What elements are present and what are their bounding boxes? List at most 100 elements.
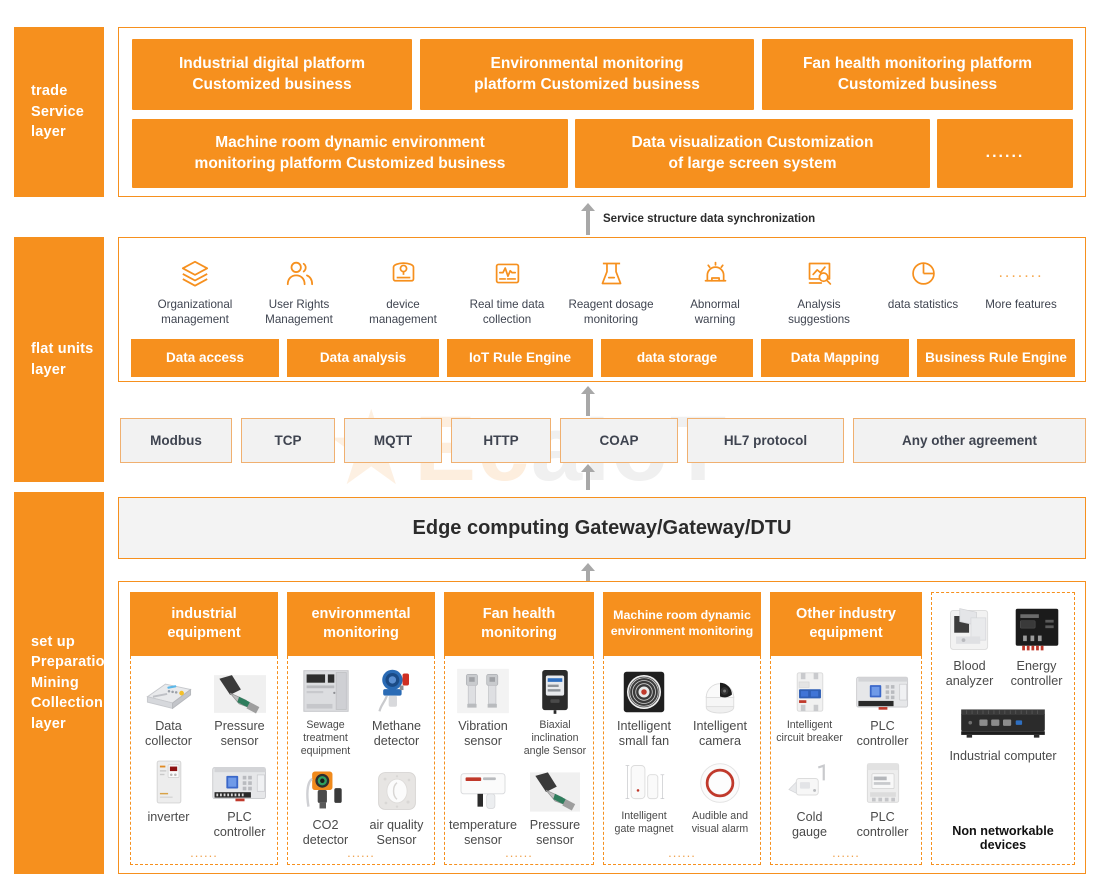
- service-card-more[interactable]: ......: [937, 119, 1073, 188]
- protocol-http[interactable]: HTTP: [451, 418, 551, 463]
- service-layer-container: Industrial digital platform Customized b…: [118, 27, 1086, 197]
- protocol-coap[interactable]: COAP: [560, 418, 678, 463]
- device-item-temperature-sensor[interactable]: temperature sensor: [447, 762, 519, 853]
- device-item-intelligent-circuit-breaker[interactable]: Intelligent circuit breaker: [773, 663, 846, 754]
- capability-data-access[interactable]: Data access: [131, 339, 279, 377]
- device-item-label: Intelligent circuit breaker: [776, 719, 843, 744]
- feature-analysis-suggestions[interactable]: Analysis suggestions: [767, 256, 871, 328]
- capability-data-analysis[interactable]: Data analysis: [287, 339, 439, 377]
- feature-label: Abnormal warning: [690, 298, 740, 327]
- layer-label-flat-text: flat units layer: [31, 340, 94, 378]
- device-column-environmental-monitoring: environmental monitoring Sewage treatmen…: [287, 592, 435, 865]
- pie-chart-icon: [871, 256, 975, 290]
- capability-iot-rule-engine[interactable]: IoT Rule Engine: [447, 339, 593, 377]
- device-item-label: PLC controller: [213, 809, 266, 840]
- device-column-title: Fan health monitoring: [444, 592, 594, 656]
- device-item-pressure-sensor[interactable]: Pressure sensor: [204, 663, 275, 754]
- feature-label: Real time data collection: [469, 298, 545, 327]
- device-column-industrial-equipment: industrial equipment Data collector Pres…: [130, 592, 278, 865]
- device-item-label: Audible and visual alarm: [691, 809, 749, 835]
- pressure-sensor-photo: [521, 762, 589, 814]
- sewage-treatment-photo: [292, 663, 359, 715]
- industrial-computer-photo: [936, 700, 1070, 744]
- device-item-intelligent-gate-magnet[interactable]: Intelligent gate magnet: [606, 754, 682, 840]
- protocol-any-other[interactable]: Any other agreement: [853, 418, 1086, 463]
- device-item-label: Pressure sensor: [529, 817, 581, 848]
- sync-arrow-shaft: [586, 210, 590, 235]
- device-item-vibration-sensor[interactable]: Vibration sensor: [447, 663, 519, 762]
- flat-units-container: Organizational management User Rights Ma…: [118, 237, 1086, 382]
- service-card-machine-room-dynamic-environment[interactable]: Machine room dynamic environment monitor…: [132, 119, 568, 188]
- audible-visual-alarm-photo: [684, 754, 756, 806]
- feature-organizational-management[interactable]: Organizational management: [143, 256, 247, 328]
- layer-label-flat: flat units layer: [14, 237, 104, 482]
- edge-gateway-bar[interactable]: Edge computing Gateway/Gateway/DTU: [118, 497, 1086, 559]
- device-item-blood-analyzer[interactable]: Blood analyzer: [936, 599, 1003, 690]
- service-card-environmental-monitoring-platform[interactable]: Environmental monitoring platform Custom…: [420, 39, 754, 110]
- device-item-plc-controller[interactable]: PLC controller: [204, 754, 275, 845]
- feature-more-features[interactable]: ....... More features: [969, 256, 1073, 312]
- protocol-modbus[interactable]: Modbus: [120, 418, 232, 463]
- capability-data-storage[interactable]: data storage: [601, 339, 753, 377]
- device-column-fan-health-monitoring: Fan health monitoring Vibration sensor B…: [444, 592, 594, 865]
- device-item-plc-controller-2[interactable]: PLC controller: [846, 754, 919, 845]
- device-item-inverter[interactable]: inverter: [133, 754, 204, 845]
- device-item-label: Biaxial inclination angle Sensor: [523, 719, 587, 757]
- device-column-title: Machine room dynamic environment monitor…: [603, 592, 761, 656]
- feature-reagent-dosage-monitoring[interactable]: Reagent dosage monitoring: [559, 256, 663, 328]
- inverter-photo: [135, 754, 202, 806]
- air-quality-sensor-photo: [363, 762, 430, 814]
- feature-abnormal-warning[interactable]: Abnormal warning: [663, 256, 767, 328]
- gateway-up-arrow-icon: [581, 464, 595, 490]
- methane-detector-photo: [363, 663, 430, 715]
- device-item-pressure-sensor[interactable]: Pressure sensor: [519, 762, 591, 853]
- layer-label-trade: trade Service layer: [14, 27, 104, 197]
- cold-gauge-photo: [775, 754, 844, 806]
- device-item-label: Intelligent camera: [693, 719, 747, 749]
- device-item-methane-detector[interactable]: Methane detector: [361, 663, 432, 762]
- device-item-biaxial-inclination-sensor[interactable]: Biaxial inclination angle Sensor: [519, 663, 591, 762]
- device-item-cold-gauge[interactable]: Cold gauge: [773, 754, 846, 845]
- device-item-label: Methane detector: [371, 719, 421, 749]
- device-item-label: Cold gauge: [791, 809, 828, 840]
- vibration-sensor-photo: [449, 663, 517, 715]
- device-item-intelligent-small-fan[interactable]: Intelligent small fan: [606, 663, 682, 754]
- layer-label-setup: set up Preparation Mining Collection lay…: [14, 492, 114, 874]
- gate-magnet-photo: [608, 754, 680, 806]
- protocol-mqtt[interactable]: MQTT: [344, 418, 442, 463]
- service-card-fan-health-monitoring-platform[interactable]: Fan health monitoring platform Customize…: [762, 39, 1073, 110]
- capability-data-mapping[interactable]: Data Mapping: [761, 339, 909, 377]
- protocol-hl7[interactable]: HL7 protocol: [687, 418, 844, 463]
- device-item-label: Blood analyzer: [945, 659, 994, 689]
- service-card-industrial-digital-platform[interactable]: Industrial digital platform Customized b…: [132, 39, 412, 110]
- capability-business-rule-engine[interactable]: Business Rule Engine: [917, 339, 1075, 377]
- device-item-plc-controller[interactable]: PLC controller: [846, 663, 919, 754]
- device-item-air-quality-sensor[interactable]: air quality Sensor: [361, 762, 432, 853]
- small-fan-photo: [608, 663, 680, 715]
- service-card-data-visualization[interactable]: Data visualization Customization of larg…: [575, 119, 930, 188]
- device-item-label: CO2 detector: [302, 817, 349, 848]
- device-item-industrial-computer[interactable]: Industrial computer: [936, 700, 1070, 763]
- feature-label: Reagent dosage monitoring: [568, 298, 654, 327]
- device-item-intelligent-camera[interactable]: Intelligent camera: [682, 663, 758, 754]
- device-column-body: Intelligent circuit breaker PLC controll…: [770, 656, 922, 865]
- device-item-co2-detector[interactable]: CO2 detector: [290, 762, 361, 853]
- feature-device-management[interactable]: device management: [351, 256, 455, 328]
- device-item-energy-controller[interactable]: Energy controller: [1003, 599, 1070, 690]
- device-column-machine-room-dynamic-environment: Machine room dynamic environment monitor…: [603, 592, 761, 865]
- device-column-body: Vibration sensor Biaxial inclination ang…: [444, 656, 594, 865]
- device-item-audible-visual-alarm[interactable]: Audible and visual alarm: [682, 754, 758, 840]
- device-item-label: Vibration sensor: [458, 719, 508, 749]
- device-item-data-collector[interactable]: Data collector: [133, 663, 204, 754]
- device-column-body: Sewage treatment equipment Methane detec…: [287, 656, 435, 865]
- device-item-label: air quality Sensor: [369, 817, 424, 848]
- device-item-sewage-treatment-equipment[interactable]: Sewage treatment equipment: [290, 663, 361, 762]
- non-networkable-devices-panel: Blood analyzer Energy controller Industr…: [931, 592, 1075, 865]
- protocol-tcp[interactable]: TCP: [241, 418, 335, 463]
- feature-user-rights-management[interactable]: User Rights Management: [247, 256, 351, 328]
- device-column-more: ......: [832, 845, 860, 860]
- device-item-label: Energy controller: [1010, 659, 1063, 689]
- device-item-label: temperature sensor: [449, 817, 517, 848]
- feature-real-time-data-collection[interactable]: Real time data collection: [455, 256, 559, 328]
- feature-data-statistics[interactable]: data statistics: [871, 256, 975, 312]
